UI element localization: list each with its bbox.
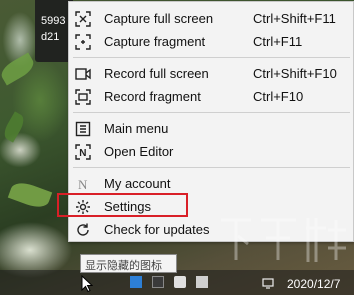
- leaf-decoration: [7, 178, 53, 212]
- taskbar-date[interactable]: 2020/12/7: [287, 277, 340, 291]
- menu-item-open-editor[interactable]: N Open Editor: [69, 140, 353, 163]
- record-full-icon: [74, 65, 92, 83]
- network-icon[interactable]: [262, 276, 274, 289]
- editor-icon: N: [74, 143, 92, 161]
- menu-item-label: Record fragment: [104, 89, 201, 104]
- menu-item-label: Open Editor: [104, 144, 174, 159]
- capture-fragment-icon: [74, 33, 92, 51]
- app-tray-icon[interactable]: [196, 276, 208, 288]
- menu-item-shortcut: Ctrl+F11: [253, 34, 303, 49]
- settings-highlight-box: [57, 193, 188, 217]
- account-icon: N: [74, 175, 92, 193]
- menu-separator: [73, 167, 350, 168]
- menu-item-record-fragment[interactable]: Record fragment Ctrl+F10: [69, 85, 353, 108]
- svg-text:N: N: [78, 177, 88, 192]
- app-tray-icon[interactable]: [174, 276, 186, 288]
- main-menu-icon: [74, 120, 92, 138]
- tray-tooltip: 显示隐藏的图标: [80, 254, 177, 273]
- leaf-decoration: [0, 111, 28, 143]
- menu-item-capture-fragment[interactable]: Capture fragment Ctrl+F11: [69, 30, 353, 53]
- menu-item-shortcut: Ctrl+F10: [253, 89, 304, 104]
- menu-item-label: Check for updates: [104, 222, 210, 237]
- refresh-icon: [74, 221, 92, 239]
- menu-item-label: Record full screen: [104, 66, 209, 81]
- menu-item-shortcut: Ctrl+Shift+F11: [253, 11, 336, 26]
- menu-item-main-menu[interactable]: Main menu: [69, 117, 353, 140]
- menu-item-shortcut: Ctrl+Shift+F10: [253, 66, 337, 81]
- menu-item-capture-full-screen[interactable]: Capture full screen Ctrl+Shift+F11: [69, 7, 353, 30]
- capture-full-icon: [74, 10, 92, 28]
- svg-text:N: N: [79, 148, 86, 159]
- menu-item-label: Capture fragment: [104, 34, 206, 49]
- app-tray-icon[interactable]: [130, 276, 142, 288]
- menu-item-my-account[interactable]: N My account: [69, 172, 353, 195]
- watermark-logo: [221, 218, 346, 262]
- menu-separator: [73, 112, 350, 113]
- app-tray-icon[interactable]: [152, 276, 164, 288]
- menu-item-label: Capture full screen: [104, 11, 214, 26]
- menu-item-label: My account: [104, 176, 171, 191]
- menu-separator: [73, 57, 350, 58]
- leaf-decoration: [0, 52, 38, 86]
- menu-item-label: Main menu: [104, 121, 169, 136]
- menu-item-record-full-screen[interactable]: Record full screen Ctrl+Shift+F10: [69, 62, 353, 85]
- record-fragment-icon: [74, 88, 92, 106]
- mouse-cursor-icon: [81, 275, 93, 293]
